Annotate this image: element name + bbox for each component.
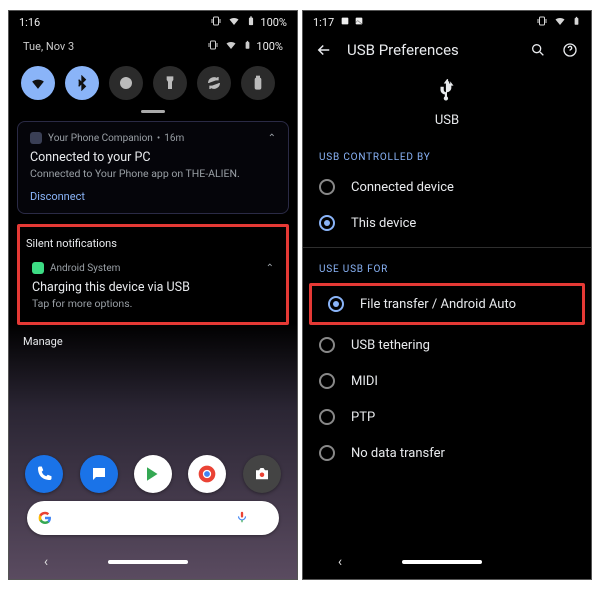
notification-your-phone[interactable]: Your Phone Companion • 16m ⌃ Connected t…	[17, 121, 289, 214]
status-bar: 1:17	[303, 11, 591, 33]
toolbar: USB Preferences	[303, 33, 591, 69]
battery-icon	[243, 39, 252, 54]
assistant-icon[interactable]	[257, 509, 269, 528]
radio-icon	[319, 445, 335, 461]
battery-percent: 100%	[256, 40, 283, 53]
notification-subtitle: Tap for more options.	[32, 297, 274, 310]
usb-label: USB	[303, 113, 591, 128]
vibrate-icon	[210, 15, 222, 30]
radio-ptp[interactable]: PTP	[303, 399, 591, 435]
play-store-app[interactable]	[134, 455, 172, 493]
autorotate-toggle[interactable]	[197, 66, 231, 100]
screenshot-icon	[340, 16, 350, 29]
bluetooth-toggle[interactable]	[65, 66, 99, 100]
notification-app-name: Android System	[50, 263, 120, 274]
android-icon	[32, 262, 44, 274]
search-icon[interactable]	[529, 41, 547, 59]
wifi-icon	[225, 39, 237, 54]
manage-notifications-button[interactable]: Manage	[17, 325, 289, 358]
usb-icon	[434, 77, 460, 103]
wifi-icon	[554, 15, 566, 30]
radio-this-device[interactable]: This device	[303, 205, 591, 241]
radio-icon	[319, 373, 335, 389]
your-phone-icon	[30, 132, 42, 144]
help-icon[interactable]	[561, 41, 579, 59]
radio-label: File transfer / Android Auto	[360, 297, 516, 312]
radio-icon	[328, 296, 344, 312]
chrome-app[interactable]	[188, 455, 226, 493]
gallery-icon	[354, 16, 364, 29]
radio-no-data-transfer[interactable]: No data transfer	[303, 435, 591, 471]
radio-usb-tethering[interactable]: USB tethering	[303, 327, 591, 363]
chevron-up-icon[interactable]: ⌃	[268, 133, 276, 144]
radio-label: No data transfer	[351, 446, 445, 461]
radio-label: Connected device	[351, 180, 454, 195]
right-device-frame: 1:17 USB Preferences	[302, 10, 592, 580]
status-time: 1:17	[313, 16, 334, 29]
radio-label: USB tethering	[351, 338, 430, 353]
status-bar: 1:16 100%	[9, 11, 297, 33]
notification-title: Charging this device via USB	[32, 280, 274, 295]
radio-midi[interactable]: MIDI	[303, 363, 591, 399]
notification-android-system[interactable]: Android System ⌃ Charging this device vi…	[22, 256, 284, 318]
shade-handle[interactable]	[141, 110, 165, 113]
back-button[interactable]	[315, 41, 333, 59]
battery-percent: 100%	[260, 16, 287, 29]
phone-app[interactable]	[25, 455, 63, 493]
notification-title: Connected to your PC	[30, 150, 276, 165]
flashlight-toggle[interactable]	[153, 66, 187, 100]
vibrate-icon	[207, 39, 219, 54]
messages-app[interactable]	[80, 455, 118, 493]
back-button[interactable]: ‹	[44, 554, 48, 570]
back-button[interactable]: ‹	[338, 554, 342, 570]
dnd-toggle[interactable]	[109, 66, 143, 100]
google-icon	[37, 510, 53, 526]
group-usb-controlled-by: USB CONTROLLED BY	[303, 142, 591, 169]
home-apps-row	[9, 455, 297, 493]
radio-label: This device	[351, 216, 416, 231]
notification-age: 16m	[164, 133, 184, 144]
highlight-silent-notifications: Silent notifications Android System ⌃ Ch…	[17, 224, 289, 325]
nav-bar: ‹	[303, 545, 591, 579]
silent-notifications-label: Silent notifications	[22, 229, 284, 256]
status-date: Tue, Nov 3	[23, 40, 74, 53]
camera-app[interactable]	[243, 455, 281, 493]
radio-icon	[319, 215, 335, 231]
page-title: USB Preferences	[347, 41, 459, 59]
radio-icon	[319, 409, 335, 425]
battery-saver-toggle[interactable]	[241, 66, 275, 100]
quick-settings-row	[17, 62, 289, 110]
radio-icon	[319, 179, 335, 195]
battery-icon	[246, 15, 256, 30]
chevron-up-icon[interactable]: ⌃	[266, 263, 274, 274]
radio-file-transfer[interactable]: File transfer / Android Auto	[312, 286, 582, 322]
usb-header: USB	[303, 69, 591, 142]
battery-icon	[572, 15, 581, 30]
notification-app-name: Your Phone Companion	[48, 133, 153, 144]
status-time: 1:16	[19, 16, 40, 29]
notification-subtitle: Connected to Your Phone app on THE-ALIEN…	[30, 167, 276, 180]
radio-connected-device[interactable]: Connected device	[303, 169, 591, 205]
home-pill[interactable]	[108, 560, 188, 564]
group-use-usb-for: USE USB FOR	[303, 254, 591, 281]
radio-label: PTP	[351, 410, 375, 425]
left-device-frame: 1:16 100% Tue, Nov 3	[8, 10, 298, 580]
radio-icon	[319, 337, 335, 353]
wifi-toggle[interactable]	[21, 66, 55, 100]
disconnect-action[interactable]: Disconnect	[30, 190, 276, 203]
divider	[303, 247, 591, 248]
nav-bar: ‹	[9, 545, 297, 579]
vibrate-icon	[536, 15, 548, 30]
mic-icon[interactable]	[235, 509, 249, 528]
wifi-icon	[228, 15, 240, 30]
highlight-file-transfer: File transfer / Android Auto	[309, 283, 585, 325]
radio-label: MIDI	[351, 374, 378, 389]
home-pill[interactable]	[402, 560, 482, 564]
google-search-bar[interactable]	[27, 501, 279, 535]
